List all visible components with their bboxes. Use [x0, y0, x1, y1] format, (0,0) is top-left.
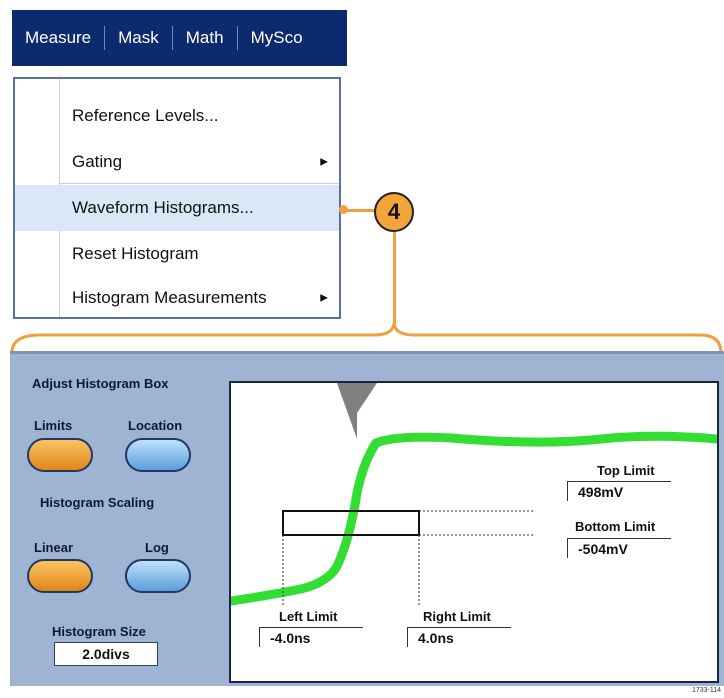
right-limit-label: Right Limit	[423, 609, 491, 624]
menu-item-histogram-measurements[interactable]: Histogram Measurements ▶	[15, 275, 339, 321]
linear-label: Linear	[34, 540, 74, 555]
waveform-display: Top Limit 498mV Bottom Limit -504mV Left…	[229, 381, 719, 683]
histogram-size-title: Histogram Size	[52, 624, 146, 639]
histogram-setup-panel: Adjust Histogram Box Limits Location His…	[10, 351, 724, 686]
log-label: Log	[145, 540, 169, 555]
menu-item-waveform-histograms[interactable]: Waveform Histograms...	[15, 185, 339, 231]
menu-mask[interactable]: Mask	[105, 28, 172, 48]
menu-item-label: Histogram Measurements	[72, 288, 267, 307]
submenu-arrow-icon: ▶	[320, 156, 328, 168]
bottom-limit-label: Bottom Limit	[575, 519, 656, 534]
limits-label: Limits	[34, 418, 73, 433]
linear-button[interactable]	[27, 559, 93, 593]
menu-item-label: Reference Levels...	[72, 106, 219, 125]
menu-bar: Measure Mask Math MySco	[12, 10, 347, 66]
menu-item-label: Reset Histogram	[72, 244, 199, 263]
menu-measure[interactable]: Measure	[12, 28, 104, 48]
menu-item-reference-levels[interactable]: Reference Levels...	[15, 93, 339, 139]
bottom-limit-value: -504mV	[567, 538, 671, 558]
callout-stem-line	[393, 232, 396, 328]
measure-dropdown-menu: Reference Levels... Gating ▶ Waveform Hi…	[13, 77, 341, 319]
menu-divider	[59, 183, 339, 184]
menu-math[interactable]: Math	[173, 28, 237, 48]
left-limit-label: Left Limit	[279, 609, 338, 624]
figure-id: 1733-114	[692, 687, 722, 694]
right-limit-value: 4.0ns	[407, 627, 511, 647]
trigger-marker-icon	[337, 383, 377, 439]
location-button[interactable]	[125, 438, 191, 472]
adjust-histogram-box-title: Adjust Histogram Box	[32, 376, 169, 391]
step-callout-badge: 4	[374, 192, 414, 232]
callout-dot	[339, 205, 348, 214]
location-label: Location	[128, 418, 183, 433]
histogram-scaling-title: Histogram Scaling	[40, 495, 155, 510]
top-limit-value: 498mV	[567, 481, 671, 501]
top-limit-label: Top Limit	[597, 463, 655, 478]
submenu-arrow-icon: ▶	[320, 292, 328, 304]
menu-item-reset-histogram[interactable]: Reset Histogram	[15, 231, 339, 277]
histogram-size-field[interactable]: 2.0divs	[54, 642, 158, 666]
limits-button[interactable]	[27, 438, 93, 472]
menu-item-label: Gating	[72, 152, 123, 171]
left-limit-value: -4.0ns	[259, 627, 363, 647]
menu-item-label: Waveform Histograms...	[72, 198, 254, 217]
log-button[interactable]	[125, 559, 191, 593]
menu-item-gating[interactable]: Gating ▶	[15, 139, 339, 185]
menu-myscope[interactable]: MySco	[238, 28, 316, 48]
